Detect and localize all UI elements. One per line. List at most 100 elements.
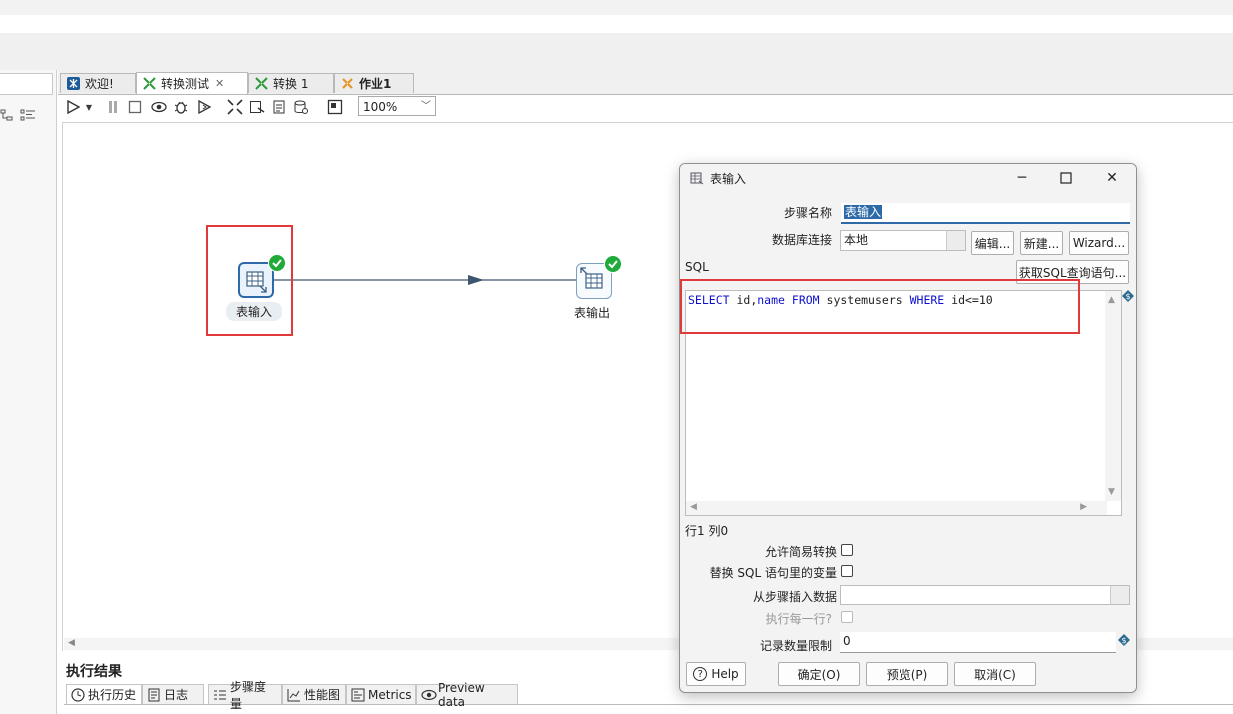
insert-from-step-select[interactable] <box>840 585 1130 605</box>
close-icon[interactable]: ✕ <box>215 77 224 90</box>
tab-metrics[interactable]: Metrics <box>346 684 416 704</box>
preview-eye-icon[interactable] <box>150 98 168 116</box>
replace-variables-label: 替换 SQL 语句里的变量 <box>709 566 837 580</box>
step-label: 表输出 <box>573 306 610 320</box>
edit-connection-button[interactable]: 编辑... <box>971 231 1014 255</box>
db-connection-label: 数据库连接 <box>771 233 832 247</box>
lazy-conversion-checkbox[interactable] <box>841 544 853 556</box>
tab-welcome[interactable]: 欢迎! <box>60 73 136 93</box>
left-panel <box>0 70 57 714</box>
tab-label: 日志 <box>164 688 189 702</box>
sql-horizontal-scrollbar[interactable]: ◀ ▶ <box>686 501 1107 515</box>
tab-transformation-test[interactable]: 转换测试 ✕ <box>136 72 248 94</box>
cancel-button[interactable]: 取消(C) <box>954 662 1036 686</box>
tab-label: 性能图 <box>304 688 341 702</box>
maximize-icon[interactable] <box>1055 168 1077 188</box>
lazy-conversion-label: 允许简易转换 <box>764 545 837 559</box>
top-band <box>0 0 1233 15</box>
scroll-down-icon[interactable]: ▼ <box>1108 487 1115 497</box>
replace-variables-checkbox[interactable] <box>841 565 853 577</box>
execute-each-row-checkbox[interactable] <box>841 611 853 623</box>
tab-label: 转换测试 <box>161 77 210 91</box>
list-view-icon[interactable] <box>20 108 36 125</box>
stop-icon[interactable] <box>126 98 144 116</box>
tab-label: 执行历史 <box>88 688 137 702</box>
transformation-icon <box>255 77 268 90</box>
db-connection-value: 本地 <box>844 233 869 247</box>
dialog-title-bar[interactable]: 表输入 ─ ✕ <box>680 164 1136 192</box>
minimize-icon[interactable]: ─ <box>1011 168 1033 188</box>
step-name-input[interactable]: 表输入 <box>841 203 1130 224</box>
tab-execution-history[interactable]: 执行历史 <box>66 684 142 704</box>
hop-connector[interactable] <box>270 270 580 290</box>
new-connection-button[interactable]: 新建... <box>1020 231 1063 255</box>
menu-band <box>0 33 1233 70</box>
tab-label: 欢迎! <box>85 77 114 91</box>
tab-label: 作业1 <box>359 77 392 91</box>
tab-preview-data[interactable]: Preview data <box>416 681 518 709</box>
line-chart-icon <box>287 688 301 702</box>
tab-log[interactable]: 日志 <box>142 684 204 704</box>
hierarchy-icon[interactable] <box>0 108 14 125</box>
ok-button[interactable]: 确定(O) <box>778 662 860 686</box>
insert-from-step-label: 从步骤插入数据 <box>752 590 837 604</box>
scroll-up-icon[interactable]: ▲ <box>1108 295 1115 305</box>
scroll-left-icon[interactable]: ◀ <box>68 638 75 648</box>
dialog-title: 表输入 <box>710 172 747 186</box>
highlight-box-sql <box>680 279 1080 334</box>
job-icon <box>341 77 354 90</box>
transformation-toolbar: ▼ 100% ﹀ <box>62 96 1233 118</box>
tab-step-metrics[interactable]: 步骤度量 <box>208 680 282 711</box>
step-metrics-icon <box>213 688 227 702</box>
generate-sql-icon[interactable] <box>270 98 288 116</box>
variable-diamond-icon: $ <box>1122 290 1134 302</box>
help-button[interactable]: ? Help <box>686 662 746 686</box>
table-input-icon <box>690 171 704 188</box>
chevron-down-icon[interactable] <box>946 231 965 250</box>
sql-vertical-scrollbar[interactable]: ▲ ▼ <box>1105 291 1121 501</box>
variable-diamond-icon: $ <box>1118 634 1130 646</box>
preview-button[interactable]: 预览(P) <box>866 662 948 686</box>
table-input-dialog: 表输入 ─ ✕ 步骤名称 表输入 数据库连接 本地 编辑... 新建... Wi… <box>679 163 1137 693</box>
scroll-left-icon[interactable]: ◀ <box>690 502 697 512</box>
step-name-label: 步骤名称 <box>783 206 832 220</box>
transformation-icon <box>143 77 156 90</box>
close-icon[interactable]: ✕ <box>1101 168 1123 188</box>
metrics-icon <box>351 688 365 702</box>
record-limit-value: 0 <box>843 634 851 648</box>
record-limit-label: 记录数量限制 <box>759 639 832 653</box>
tab-performance-graph[interactable]: 性能图 <box>282 684 346 704</box>
help-question-icon: ? <box>693 667 708 681</box>
pause-icon[interactable] <box>104 98 122 116</box>
left-panel-header <box>0 73 53 95</box>
preview-eye-icon <box>421 688 437 702</box>
wizard-button[interactable]: Wizard... <box>1069 231 1129 255</box>
show-results-icon[interactable] <box>326 98 344 116</box>
svg-text:$: $ <box>1125 292 1130 301</box>
sql-label: SQL <box>685 260 709 274</box>
svg-text:$: $ <box>1121 636 1126 645</box>
tab-job-1[interactable]: 作业1 <box>334 73 414 93</box>
db-connection-select[interactable]: 本地 <box>840 230 966 251</box>
log-document-icon <box>147 688 161 702</box>
run-icon[interactable] <box>64 98 82 116</box>
tab-label: Preview data <box>438 680 485 709</box>
verify-icon[interactable] <box>226 98 244 116</box>
explore-database-icon[interactable] <box>292 98 310 116</box>
zoom-select[interactable]: 100% ﹀ <box>358 96 436 116</box>
step-name-value: 表输入 <box>844 205 883 219</box>
debug-bug-icon[interactable] <box>172 98 190 116</box>
run-options-chevron-down-icon[interactable]: ▼ <box>84 98 94 116</box>
highlight-box-step <box>206 225 293 336</box>
cursor-position: 行1 列0 <box>685 524 729 538</box>
success-check-icon <box>604 255 622 273</box>
zoom-value: 100% <box>363 100 398 114</box>
impact-analysis-icon[interactable] <box>248 98 266 116</box>
scroll-right-icon[interactable]: ▶ <box>1080 502 1087 512</box>
record-limit-input[interactable]: 0 <box>840 632 1116 653</box>
tab-label: 步骤度量 <box>230 679 267 711</box>
replay-icon[interactable] <box>196 98 214 116</box>
chevron-down-icon[interactable] <box>1110 586 1129 604</box>
history-clock-icon <box>71 687 85 702</box>
tab-transformation-1[interactable]: 转换 1 <box>248 73 334 93</box>
